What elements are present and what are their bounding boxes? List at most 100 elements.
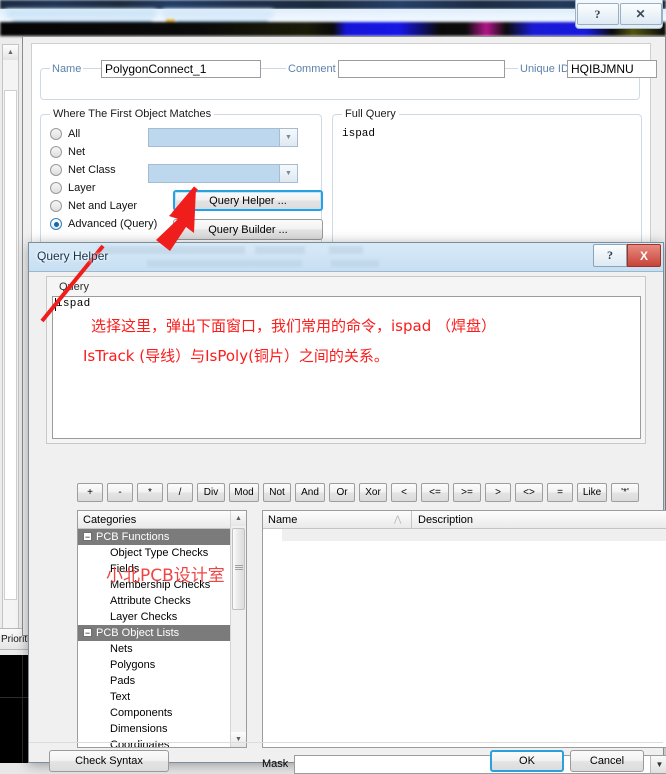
scope-option-all[interactable]: All — [50, 128, 80, 140]
tree-item-label: Layer Checks — [110, 611, 178, 623]
tree-item-label: Pads — [110, 675, 136, 687]
operator-greater[interactable]: > — [485, 483, 511, 502]
tree-item-pads[interactable]: Pads — [78, 673, 246, 689]
operator-less[interactable]: < — [391, 483, 417, 502]
operator-multiply[interactable]: * — [137, 483, 163, 502]
operator-and[interactable]: And — [295, 483, 325, 502]
scope-option-label: Net — [68, 146, 86, 158]
query-builder-button[interactable]: Query Builder ... — [173, 219, 323, 240]
unique-id-input[interactable]: HQIBJMNU — [567, 60, 657, 78]
scope-option-net-and-layer[interactable]: Net and Layer — [50, 200, 137, 212]
radio-icon[interactable] — [50, 218, 62, 230]
operator-wildcard[interactable]: '*' — [611, 483, 639, 502]
ok-button[interactable]: OK — [490, 750, 564, 772]
annotation-line-2: IsTrack (导线）与IsPoly(铜片）之间的关系。 — [83, 347, 389, 365]
net-combo[interactable]: ▼ — [148, 128, 298, 147]
scroll-grip-icon — [235, 565, 243, 570]
operator-or[interactable]: Or — [329, 483, 355, 502]
scope-option-net-class[interactable]: Net Class — [50, 164, 116, 176]
obscured-tab-1 — [6, 9, 156, 18]
tree-item-label: Dimensions — [110, 723, 168, 735]
operator-minus[interactable]: - — [107, 483, 133, 502]
close-icon[interactable]: ✕ — [619, 3, 662, 25]
scope-option-label: Net and Layer — [68, 200, 138, 212]
tree-item-layer-checks[interactable]: Layer Checks — [78, 609, 246, 625]
tree-item-object-type-checks[interactable]: Object Type Checks — [78, 545, 246, 561]
radio-icon[interactable] — [50, 200, 62, 212]
name-input[interactable]: PolygonConnect_1 — [101, 60, 261, 78]
scope-option-advanced-query[interactable]: Advanced (Query) — [50, 218, 157, 230]
query-helper-body: Query ispad 选择这里，弹出下面窗口，我们常用的命令，ispad （焊… — [29, 272, 666, 774]
scroll-thumb[interactable] — [232, 528, 245, 610]
operator-mod[interactable]: Mod — [229, 483, 259, 502]
tree-item-label: Polygons — [110, 659, 156, 671]
chevron-down-icon[interactable]: ▼ — [650, 755, 666, 773]
scroll-up-icon[interactable]: ▲ — [3, 45, 18, 61]
items-header[interactable]: Name ⋀ Description — [263, 511, 666, 529]
help-icon[interactable]: ? — [576, 3, 619, 25]
scope-option-label: Net Class — [68, 164, 116, 176]
comment-input[interactable] — [338, 60, 505, 78]
obscured-pcb-strip — [0, 22, 666, 36]
categories-header[interactable]: Categories ⋀ — [78, 511, 246, 529]
tree-item-dimensions[interactable]: Dimensions — [78, 721, 246, 737]
tree-item-attribute-checks[interactable]: Attribute Checks — [78, 593, 246, 609]
scope-option-label: All — [68, 128, 81, 140]
operator-not-eq[interactable]: <> — [515, 483, 543, 502]
collapse-icon[interactable]: − — [83, 532, 92, 541]
radio-icon[interactable] — [50, 164, 62, 176]
close-icon[interactable]: X — [627, 244, 661, 267]
operator-like[interactable]: Like — [577, 483, 607, 502]
check-syntax-button[interactable]: Check Syntax — [49, 750, 169, 772]
operator-divide[interactable]: / — [167, 483, 193, 502]
tree-group-pcb-object-lists[interactable]: − PCB Object Lists — [78, 625, 246, 641]
tree-group-pcb-functions[interactable]: − PCB Functions — [78, 529, 246, 545]
operator-plus[interactable]: + — [77, 483, 103, 502]
sort-ascending-icon[interactable]: ⋀ — [394, 514, 401, 525]
items-empty-row[interactable] — [282, 529, 666, 541]
tree-item-nets[interactable]: Nets — [78, 641, 246, 657]
query-helper-window-controls: ? X — [593, 244, 661, 267]
query-helper-titlebar[interactable]: Query Helper ? X — [29, 243, 663, 272]
query-input[interactable]: ispad 选择这里，弹出下面窗口，我们常用的命令，ispad （焊盘） IsT… — [52, 296, 641, 439]
help-icon[interactable]: ? — [593, 244, 627, 267]
chevron-down-icon[interactable]: ▼ — [279, 129, 297, 146]
left-inner-panel — [4, 90, 17, 600]
column-header-name[interactable]: Name — [268, 514, 297, 526]
column-divider[interactable] — [411, 511, 412, 529]
window-controls: ? ✕ — [575, 0, 663, 29]
scope-option-net[interactable]: Net — [50, 146, 85, 158]
obscured-tab-2 — [163, 9, 273, 18]
check-syntax-label: Check Syntax — [75, 755, 143, 767]
tree-item-components[interactable]: Components — [78, 705, 246, 721]
query-helper-button[interactable]: Query Helper ... — [173, 190, 323, 211]
pcb-canvas-sliver — [0, 655, 28, 763]
collapse-icon[interactable]: − — [83, 628, 92, 637]
column-header-description[interactable]: Description — [418, 514, 473, 526]
tree-item-label: Attribute Checks — [110, 595, 191, 607]
radio-icon[interactable] — [50, 182, 62, 194]
query-helper-dialog: Query Helper ? X Query ispad 选择这里，弹出下面窗口… — [28, 242, 666, 774]
full-query-text[interactable]: ispad — [342, 128, 375, 140]
tree-item-text[interactable]: Text — [78, 689, 246, 705]
cancel-button[interactable]: Cancel — [570, 750, 644, 772]
net-class-combo[interactable]: ▼ — [148, 164, 298, 183]
categories-scrollbar[interactable]: ▲ ▼ — [230, 511, 246, 747]
tree-item-polygons[interactable]: Polygons — [78, 657, 246, 673]
operator-not[interactable]: Not — [263, 483, 291, 502]
scope-option-label: Advanced (Query) — [68, 218, 158, 230]
operator-xor[interactable]: Xor — [359, 483, 387, 502]
radio-icon[interactable] — [50, 128, 62, 140]
operator-div[interactable]: Div — [197, 483, 225, 502]
chevron-down-icon[interactable]: ▼ — [279, 165, 297, 182]
operator-greater-eq[interactable]: >= — [453, 483, 481, 502]
scroll-down-icon[interactable]: ▼ — [231, 732, 246, 747]
footer-divider — [29, 742, 663, 743]
full-query-title: Full Query — [342, 108, 399, 120]
radio-icon[interactable] — [50, 146, 62, 158]
first-object-scope-title: Where The First Object Matches — [50, 108, 215, 120]
scope-option-layer[interactable]: Layer — [50, 182, 96, 194]
operator-less-eq[interactable]: <= — [421, 483, 449, 502]
operator-equal[interactable]: = — [547, 483, 573, 502]
scroll-up-icon[interactable]: ▲ — [231, 511, 246, 526]
